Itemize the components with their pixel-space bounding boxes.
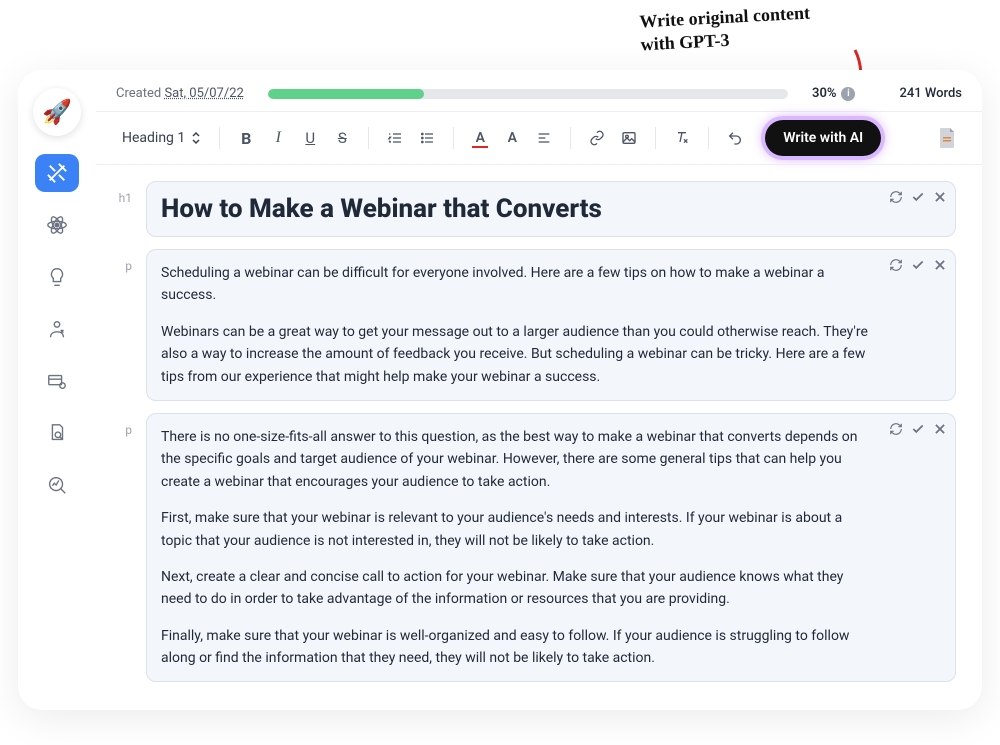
sidebar-atom[interactable] [35, 206, 79, 244]
block-actions [889, 422, 947, 436]
close-icon[interactable] [933, 258, 947, 272]
italic-button[interactable]: I [264, 124, 292, 152]
block-tag: h1 [96, 181, 146, 205]
block-row-heading: h1 How to Make a Webinar that Converts [96, 181, 966, 237]
text-color-button[interactable]: A [466, 124, 494, 152]
paragraph-block[interactable]: Scheduling a webinar can be difficult fo… [146, 249, 956, 401]
image-button[interactable] [615, 124, 643, 152]
progress-bar [268, 89, 788, 99]
sidebar-user[interactable] [35, 310, 79, 348]
created-label: Created Sat, 05/07/22 [116, 86, 244, 101]
heading-text[interactable]: How to Make a Webinar that Converts [161, 194, 941, 224]
paragraph-text[interactable]: There is no one-size-fits-all answer to … [161, 426, 941, 670]
block-row-paragraph: p There is no one-size-fits-all answer t… [96, 413, 966, 683]
editor-content: h1 How to Make a Webinar that Converts p [96, 165, 982, 710]
accept-icon[interactable] [911, 258, 925, 272]
bold-button[interactable]: B [232, 124, 260, 152]
sidebar-analytics[interactable] [35, 466, 79, 504]
ordered-list-button[interactable] [381, 124, 409, 152]
app-window: 🚀 Created Sat, 05/07/22 [18, 70, 982, 710]
block-tag: p [96, 249, 146, 273]
select-arrows-icon [191, 131, 201, 145]
main-panel: Created Sat, 05/07/22 30% i 241 Words He… [96, 70, 982, 710]
strikethrough-button[interactable]: S [328, 124, 356, 152]
block-row-paragraph: p Scheduling a webinar can be difficult … [96, 249, 966, 401]
block-actions [889, 258, 947, 272]
sidebar-doc-search[interactable] [35, 414, 79, 452]
accept-icon[interactable] [911, 422, 925, 436]
heading-block[interactable]: How to Make a Webinar that Converts [146, 181, 956, 237]
sidebar-tools[interactable] [35, 154, 79, 192]
document-icon[interactable] [932, 123, 962, 153]
sidebar-card[interactable] [35, 362, 79, 400]
paragraph-text[interactable]: Scheduling a webinar can be difficult fo… [161, 262, 941, 388]
created-date: Sat, 05/07/22 [164, 86, 243, 101]
close-icon[interactable] [933, 422, 947, 436]
highlight-button[interactable]: A [498, 124, 526, 152]
word-count: 241 Words [899, 86, 962, 101]
sidebar: 🚀 [18, 70, 96, 710]
regenerate-icon[interactable] [889, 258, 903, 272]
header-row: Created Sat, 05/07/22 30% i 241 Words [96, 70, 982, 111]
info-icon[interactable]: i [841, 87, 855, 101]
underline-button[interactable]: U [296, 124, 324, 152]
accept-icon[interactable] [911, 190, 925, 204]
sidebar-idea[interactable] [35, 258, 79, 296]
regenerate-icon[interactable] [889, 190, 903, 204]
regenerate-icon[interactable] [889, 422, 903, 436]
align-button[interactable] [530, 124, 558, 152]
heading-select[interactable]: Heading 1 [116, 126, 207, 150]
block-actions [889, 190, 947, 204]
logo-rocket[interactable]: 🚀 [33, 88, 81, 136]
clear-format-button[interactable] [668, 124, 696, 152]
write-with-ai-button[interactable]: Write with AI [765, 120, 881, 156]
link-button[interactable] [583, 124, 611, 152]
undo-button[interactable] [721, 124, 749, 152]
paragraph-block[interactable]: There is no one-size-fits-all answer to … [146, 413, 956, 683]
progress-fill [268, 89, 424, 99]
unordered-list-button[interactable] [413, 124, 441, 152]
progress-percent: 30% i [812, 86, 855, 101]
toolbar: Heading 1 B I U S A A [96, 112, 982, 164]
close-icon[interactable] [933, 190, 947, 204]
handwritten-annotation: Write original content with GPT-3 [639, 2, 812, 58]
block-tag: p [96, 413, 146, 437]
